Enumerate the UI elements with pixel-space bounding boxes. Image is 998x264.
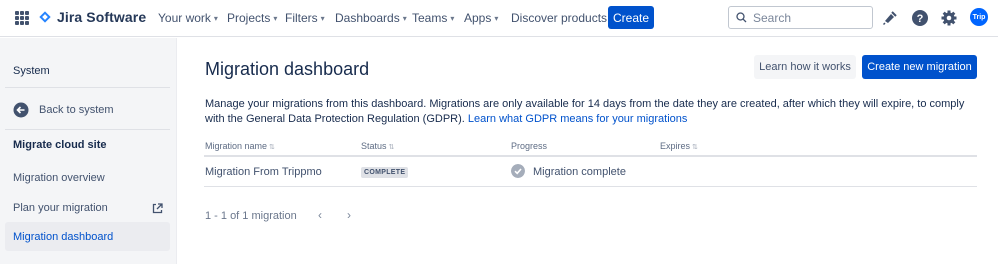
chevron-down-icon: ▾	[494, 13, 499, 23]
nav-label: Your work	[158, 11, 211, 25]
product-name: Jira Software	[57, 9, 147, 25]
search-input[interactable]	[753, 10, 863, 25]
column-label: Expires	[660, 141, 691, 151]
sidebar-section-title: Migrate cloud site	[13, 139, 107, 151]
column-label: Migration name	[205, 141, 268, 151]
nav-label: Apps	[464, 11, 492, 25]
nav-dashboards[interactable]: Dashboards ▾	[335, 11, 407, 25]
nav-your-work[interactable]: Your work ▾	[158, 11, 218, 25]
sort-icon: ⇅	[388, 144, 395, 151]
learn-how-it-works-button[interactable]: Learn how it works	[754, 55, 856, 79]
nav-label: Teams	[412, 11, 448, 25]
sidebar-item-label: Migration overview	[13, 172, 105, 184]
nav-teams[interactable]: Teams ▾	[412, 11, 454, 25]
next-page-button[interactable]: ›	[347, 208, 351, 222]
page-title: Migration dashboard	[205, 59, 370, 79]
sidebar-item-plan-your-migration[interactable]: Plan your migration	[13, 202, 163, 214]
chevron-down-icon: ▾	[402, 13, 407, 23]
migration-name-cell[interactable]: Migration From Trippmo	[205, 166, 322, 178]
svg-text:?: ?	[917, 13, 924, 25]
column-label: Status	[361, 141, 387, 151]
sidebar-item-migration-dashboard[interactable]: Migration dashboard	[13, 231, 113, 243]
column-label: Progress	[511, 141, 548, 151]
avatar[interactable]: Trip	[970, 8, 988, 26]
column-header-name[interactable]: Migration name ⇅	[205, 141, 275, 151]
jira-logo-icon	[39, 11, 51, 23]
nav-label: Dashboards	[335, 11, 400, 25]
check-circle-icon	[511, 164, 525, 178]
column-header-status[interactable]: Status ⇅	[361, 141, 394, 151]
sidebar-heading: System	[13, 65, 50, 77]
pagination-summary: 1 - 1 of 1 migration	[205, 210, 297, 222]
create-new-migration-button[interactable]: Create new migration	[862, 55, 977, 79]
jira-logo[interactable]: Jira Software	[38, 9, 146, 25]
sidebar-item-label: Plan your migration	[13, 202, 108, 214]
status-badge: COMPLETE	[361, 167, 409, 178]
sort-icon: ⇅	[269, 144, 275, 151]
chevron-down-icon: ▾	[320, 13, 325, 23]
sidebar-item-migration-overview[interactable]: Migration overview	[13, 172, 105, 184]
settings-icon[interactable]	[940, 9, 958, 27]
chevron-down-icon: ▾	[450, 13, 455, 23]
table-row-divider	[204, 186, 977, 187]
nav-label: Discover products	[511, 11, 608, 25]
help-icon[interactable]: ?	[911, 9, 929, 27]
sidebar-item-label: Migration dashboard	[13, 231, 114, 243]
chevron-down-icon: ▾	[273, 13, 278, 23]
progress-cell: Migration complete	[533, 166, 626, 178]
column-header-progress: Progress	[511, 141, 547, 151]
chevron-down-icon: ▾	[213, 13, 218, 23]
nav-label: Projects	[227, 11, 271, 25]
description: Manage your migrations from this dashboa…	[205, 97, 975, 127]
external-link-icon	[152, 202, 163, 213]
nav-discover-products[interactable]: Discover products	[511, 11, 607, 25]
table-header-divider	[204, 155, 977, 157]
back-label: Back to system	[39, 104, 114, 116]
nav-label: Filters	[285, 11, 318, 25]
nav-apps[interactable]: Apps ▾	[464, 11, 498, 25]
notifications-icon[interactable]	[881, 9, 899, 27]
create-button[interactable]: Create	[608, 6, 654, 29]
arrow-left-icon	[13, 102, 29, 118]
search-icon	[736, 12, 747, 23]
nav-projects[interactable]: Projects ▾	[227, 11, 277, 25]
sidebar: System Back to system Migrate cloud site…	[0, 38, 177, 264]
previous-page-button[interactable]: ‹	[318, 208, 322, 222]
gdpr-link[interactable]: Learn what GDPR means for your migration…	[468, 113, 687, 125]
app-switcher-icon[interactable]	[15, 11, 29, 25]
sort-icon: ⇅	[692, 144, 698, 151]
main-content: Migration dashboard Learn how it works C…	[178, 38, 998, 264]
divider	[5, 129, 170, 130]
column-header-expires[interactable]: Expires ⇅	[660, 141, 698, 151]
search-box[interactable]	[728, 6, 873, 29]
back-to-system-link[interactable]: Back to system	[13, 102, 114, 118]
divider	[5, 87, 170, 88]
nav-filters[interactable]: Filters ▾	[285, 11, 325, 25]
top-navigation: Jira Software Your work ▾ Projects ▾ Filte…	[0, 0, 998, 37]
